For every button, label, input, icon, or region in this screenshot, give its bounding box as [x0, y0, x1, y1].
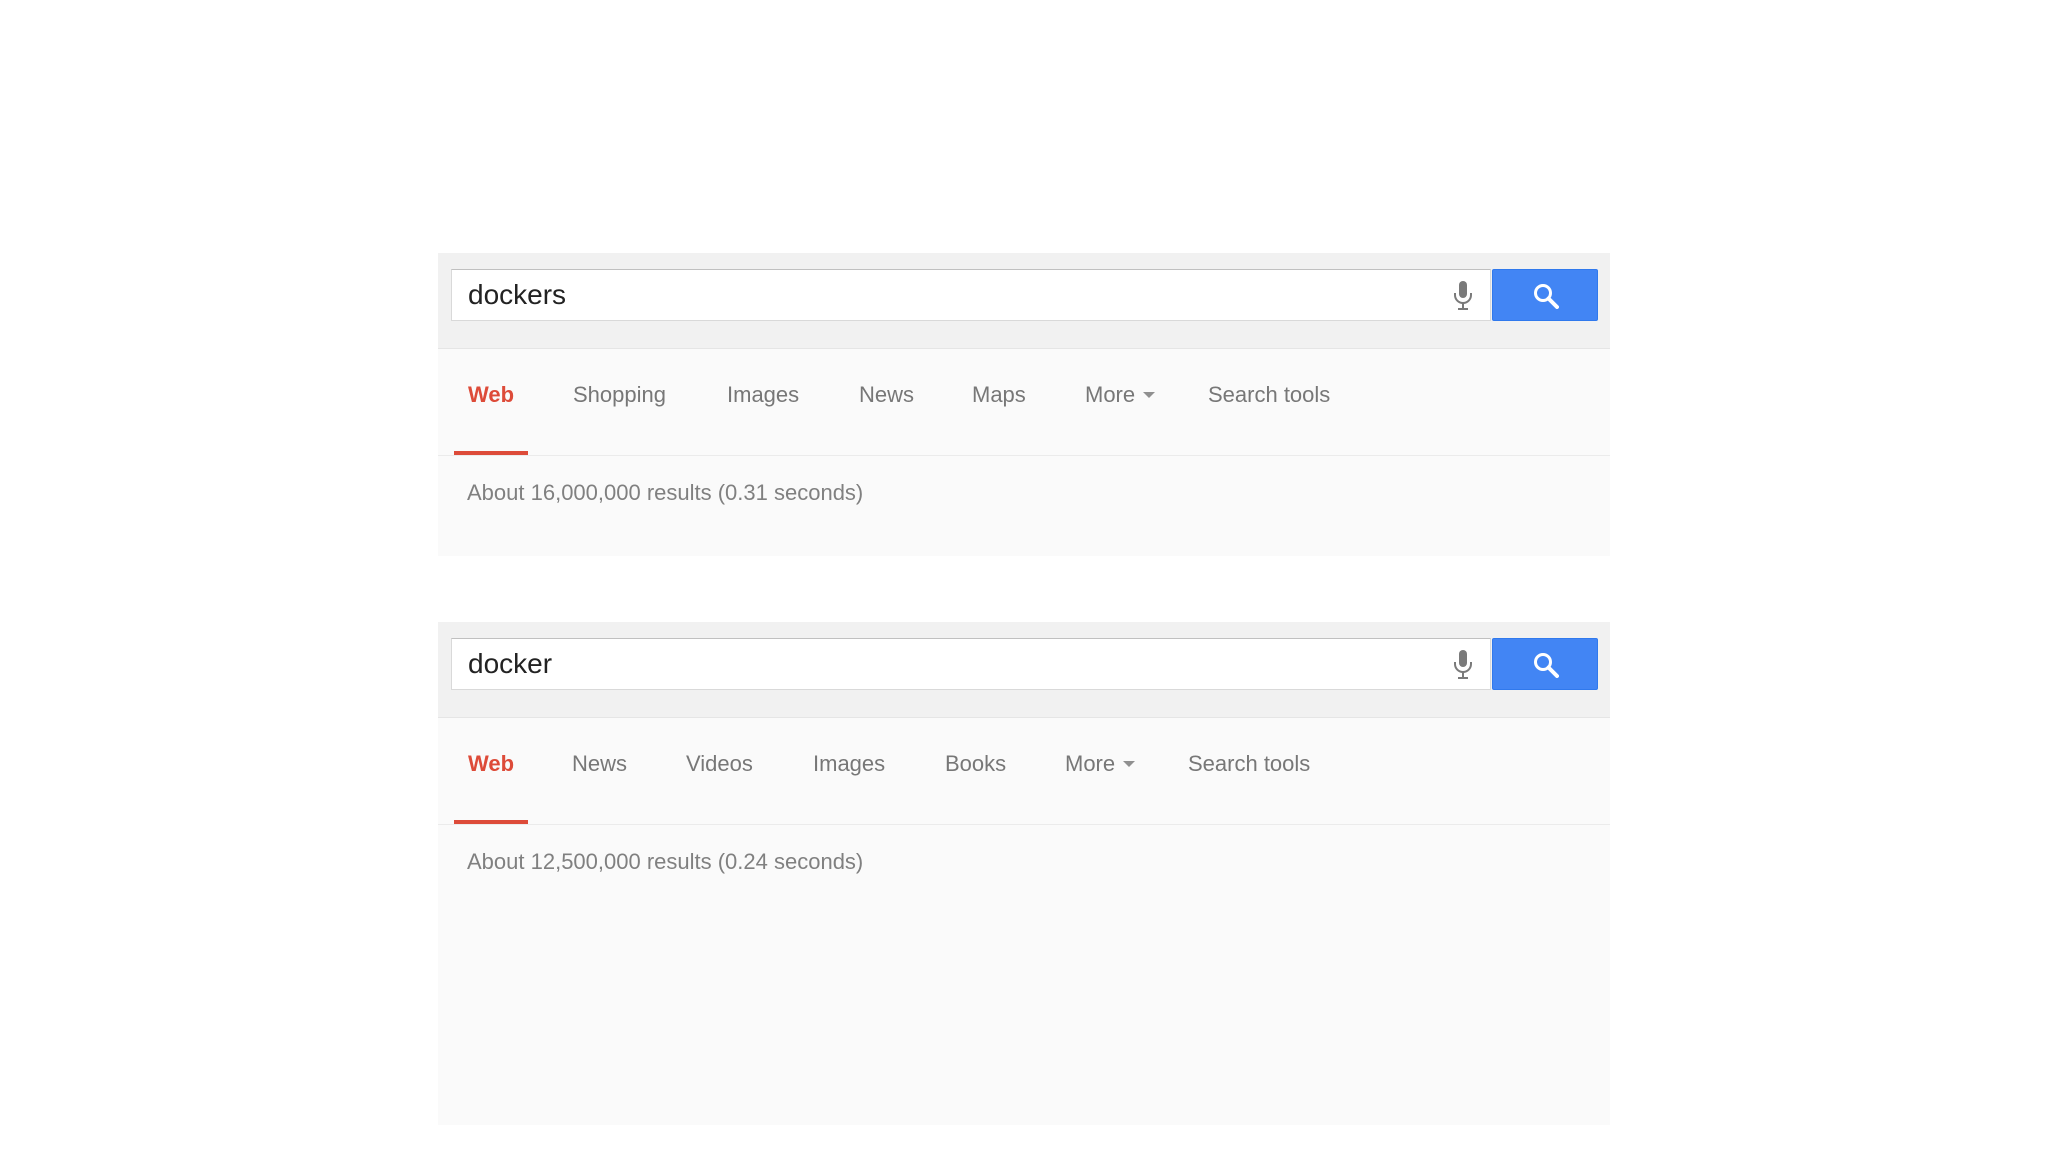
results-area: About 12,500,000 results (0.24 seconds) [438, 825, 1610, 1125]
magnifier-icon [1534, 284, 1559, 309]
tab-images[interactable]: Images [813, 718, 885, 824]
search-input-box[interactable]: dockers [451, 269, 1491, 321]
tab-search-tools[interactable]: Search tools [1188, 718, 1310, 824]
tab-more-label: More [1085, 382, 1136, 407]
result-stats: About 16,000,000 results (0.31 seconds) [467, 480, 864, 505]
caret-down-icon [1143, 392, 1156, 399]
tab-more[interactable]: More [1065, 718, 1136, 824]
search-bar-area: docker [438, 622, 1610, 718]
tab-search-tools[interactable]: Search tools [1208, 349, 1330, 455]
caret-down-icon [1123, 761, 1136, 768]
tab-web[interactable]: Web [453, 718, 529, 824]
results-area: About 16,000,000 results (0.31 seconds) [438, 456, 1610, 556]
microphone-icon[interactable] [1452, 280, 1474, 312]
tab-books[interactable]: Books [945, 718, 1006, 824]
magnifier-icon [1534, 653, 1559, 678]
tab-news[interactable]: News [572, 718, 627, 824]
tab-more[interactable]: More [1085, 349, 1156, 455]
tab-web[interactable]: Web [453, 349, 529, 455]
search-tabs: Web Shopping Images News Maps More Searc… [438, 349, 1610, 456]
search-input[interactable]: dockers [468, 270, 566, 320]
search-button[interactable] [1492, 269, 1598, 321]
tab-shopping[interactable]: Shopping [573, 349, 666, 455]
microphone-icon[interactable] [1452, 649, 1474, 681]
tab-news[interactable]: News [859, 349, 914, 455]
search-panel-dockers: dockers Web Shopping Images News Maps Mo… [438, 253, 1610, 556]
search-panel-docker: docker Web News Videos Images Books More… [438, 622, 1610, 1125]
tab-videos[interactable]: Videos [686, 718, 753, 824]
tab-maps[interactable]: Maps [972, 349, 1026, 455]
search-bar-area: dockers [438, 253, 1610, 349]
search-button[interactable] [1492, 638, 1598, 690]
search-input[interactable]: docker [468, 639, 552, 689]
result-stats: About 12,500,000 results (0.24 seconds) [467, 849, 864, 874]
search-input-box[interactable]: docker [451, 638, 1491, 690]
tab-more-label: More [1065, 751, 1116, 776]
tab-images[interactable]: Images [727, 349, 799, 455]
search-tabs: Web News Videos Images Books More Search… [438, 718, 1610, 825]
